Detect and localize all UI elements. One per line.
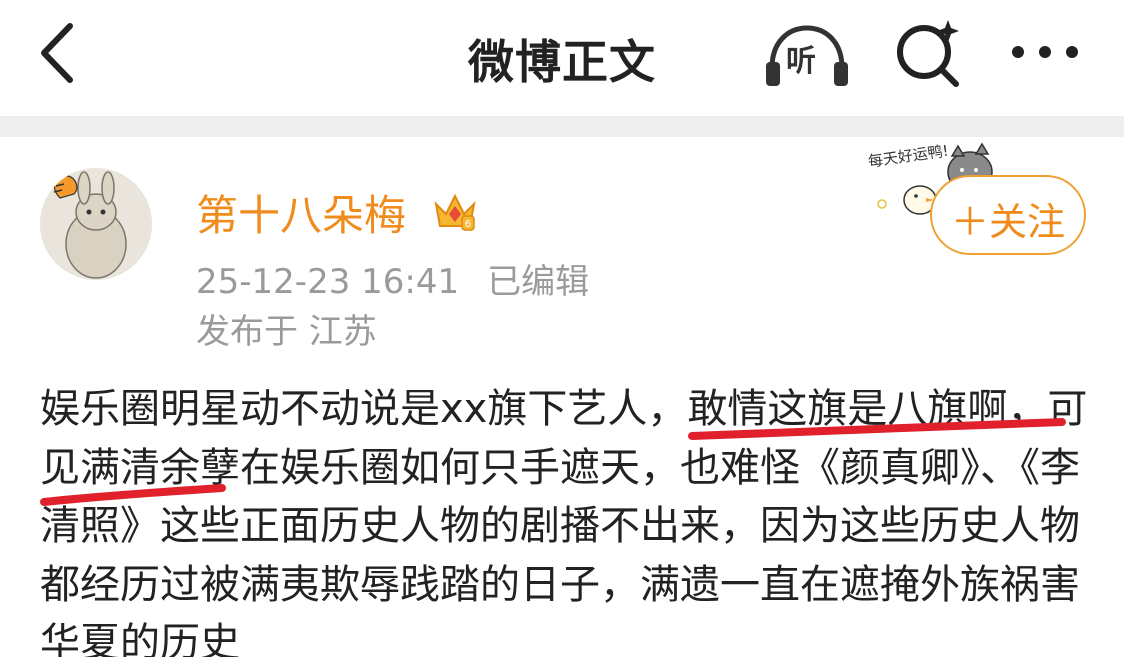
sticker-text: 每天好运鸭! [867, 142, 950, 171]
follow-button[interactable]: ＋关注 [930, 175, 1086, 255]
more-dots-icon [1012, 46, 1078, 58]
listen-label: 听 [786, 44, 816, 79]
weibo-post-screen: 微博正文 听 第十八朵梅 6 25-12-23 16:41 已编辑 发布于 江苏… [0, 0, 1124, 657]
follow-label: ＋关注 [950, 200, 1065, 244]
author-avatar[interactable] [40, 168, 152, 280]
section-divider [0, 116, 1124, 137]
post-timestamp: 25-12-23 16:41 已编辑 [196, 254, 589, 303]
vip-crown-icon: 6 [434, 193, 476, 231]
post-content: 娱乐圈明星动不动说是xx旗下艺人，敢情这旗是八旗啊，可见满清余孽在娱乐圈如何只手… [40, 386, 1088, 657]
top-bar: 微博正文 听 [0, 0, 1124, 116]
search-icon [897, 20, 959, 87]
more-options-button[interactable] [1010, 40, 1080, 64]
post-location: 发布于 江苏 [196, 312, 377, 352]
rabbit-avatar-icon [40, 168, 152, 280]
post-time: 25-12-23 16:41 [196, 262, 460, 302]
edited-label: 已编辑 [487, 262, 590, 302]
svg-text:6: 6 [465, 219, 471, 230]
search-button[interactable] [892, 16, 964, 88]
author-name[interactable]: 第十八朵梅 [196, 182, 406, 243]
